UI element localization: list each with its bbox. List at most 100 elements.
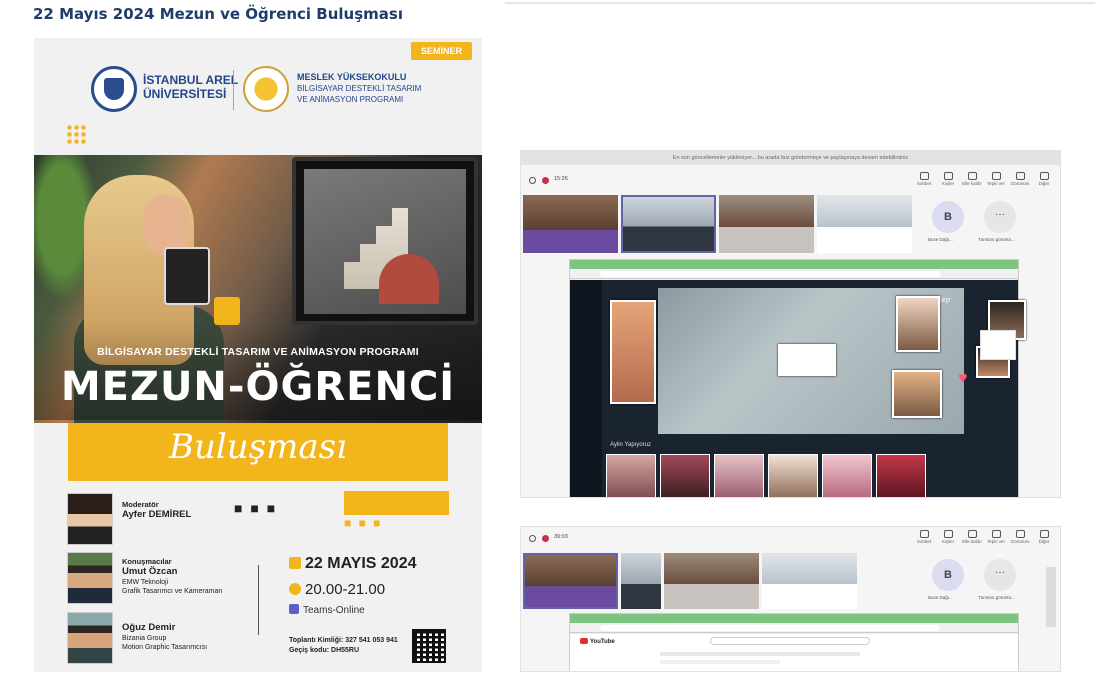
thumbnail[interactable] [822,454,872,497]
video-tile[interactable] [762,553,857,609]
people-label: Kişiler [941,181,955,186]
react-button[interactable]: Tepki ver [986,529,1006,549]
more-icon [1039,172,1049,180]
more-icon [1039,530,1049,538]
heart-icon: ♥ [958,370,968,387]
view-button[interactable]: Görünüm [1010,529,1030,549]
speakers-label: Konuşmacılar [122,557,172,566]
thumbnail[interactable] [714,454,764,497]
qr-code-icon [412,629,446,663]
side-note-card [980,330,1016,360]
video-row [523,195,912,253]
more-button[interactable]: Diğer [1034,529,1054,549]
raise-hand-label: Elle kaldır [962,181,982,186]
meeting-timer: 39:03 [554,534,568,540]
more-button[interactable]: Diğer [1034,171,1054,191]
sticker-note [778,344,836,376]
browser-tabs[interactable] [570,614,1018,623]
video-tile[interactable] [523,553,618,609]
view-label: Görünüm [1010,539,1030,544]
video-tile[interactable] [719,195,814,253]
decor-black-squares: ■ ■ ■ [234,500,278,516]
scrollbar[interactable] [1046,567,1056,627]
more-participants-button[interactable]: ··· [984,201,1016,233]
smile-icon [991,530,1001,538]
event-platform: Teams-Online [289,604,365,616]
people-icon [943,530,953,538]
moderator-name: Ayfer DEMİREL [122,509,192,520]
thumbnail-row [606,454,926,497]
youtube-logo[interactable]: YouTube [580,638,615,645]
shared-content: Elep ♥ Aylin Yapıyoruz [570,280,1026,497]
thumbnail[interactable] [660,454,710,497]
video-tile[interactable] [523,195,618,253]
people-button[interactable]: Kişiler [938,171,958,191]
chat-button[interactable]: Sohbet [914,171,934,191]
page-title: 22 Mayıs 2024 Mezun ve Öğrenci Buluşması [33,5,403,23]
teams-screenshot-2: 39:03 Sohbet Kişiler Elle kaldır Tepki v… [520,526,1061,672]
row-label: Aylin Yapıyoruz [610,442,652,448]
view-label: Görünüm [1010,181,1030,186]
speaker1-title: Grafik Tasarımcı ve Kameraman [122,588,223,595]
speaker1-avatar [67,552,113,604]
youtube-search-input[interactable] [710,637,870,645]
chat-icon [919,172,929,180]
video-tile[interactable] [817,195,912,253]
toolbar-buttons: Sohbet Kişiler Elle kaldır Tepki ver Gör… [914,171,1054,191]
decor-yellow-dots: ■ ■ ■ [344,516,383,530]
people-label: Kişiler [941,539,955,544]
calendar-icon [289,557,301,569]
video-tile[interactable] [664,553,759,609]
participant-avatar[interactable]: B [932,201,964,233]
more-label: Diğer [1038,539,1050,544]
logo-divider [233,70,234,110]
video-tile[interactable] [621,195,716,253]
page: 22 Mayıs 2024 Mezun ve Öğrenci Buluşması… [0,0,1108,675]
browser-address-bar[interactable] [570,623,1018,633]
raise-hand-button[interactable]: Elle kaldır [962,171,982,191]
react-button[interactable]: Tepki ver [986,171,1006,191]
participant-avatar[interactable]: B [932,559,964,591]
react-label: Tepki ver [986,539,1005,544]
myo-line3: VE ANİMASYON PROGRAMI [297,95,404,104]
raise-hand-button[interactable]: Elle kaldır [962,529,982,549]
moderator-role: Moderatör [122,500,159,509]
content-sidebar [570,280,602,497]
decor-dots [66,124,86,144]
teams-icon [289,604,299,614]
people-button[interactable]: Kişiler [938,529,958,549]
thumbnail[interactable] [876,454,926,497]
view-all-label: Tümünü görüntü... [978,595,1015,600]
view-button[interactable]: Görünüm [1010,171,1030,191]
more-participants-button[interactable]: ··· [984,559,1016,591]
browser-tabs[interactable] [570,260,1018,269]
seminar-badge: SEMİNER [410,42,472,60]
youtube-page: YouTube [570,634,1018,671]
speaker2-name: Oğuz Demir [122,622,176,633]
info-divider [258,565,259,635]
toolbar-buttons: Sohbet Kişiler Elle kaldır Tepki ver Gör… [914,529,1054,549]
hand-icon [967,172,977,180]
thumbnail[interactable] [768,454,818,497]
moderator-info: Moderatör Ayfer DEMİREL [122,500,191,521]
thumbnail[interactable] [606,454,656,497]
chat-button[interactable]: Sohbet [914,529,934,549]
smile-icon [991,172,1001,180]
recording-dot-icon [542,177,549,184]
participant-name: Buse Dağı... [928,237,953,242]
more-label: Diğer [1038,181,1050,186]
recording-dot-icon [542,535,549,542]
video-tile[interactable] [621,553,661,609]
participant-name: Buse Dağı... [928,595,953,600]
grid-icon [1015,530,1025,538]
people-icon [943,172,953,180]
myo-text: MESLEK YÜKSEKOKULU BİLGİSAYAR DESTEKLİ T… [297,72,421,105]
moderator-avatar [67,493,113,545]
shared-browser-window: Elep ♥ Aylin Yapıyoruz [569,259,1026,497]
myo-line1: MESLEK YÜKSEKOKULU [297,72,407,82]
react-label: Tepki ver [986,181,1005,186]
browser-address-bar[interactable] [570,269,1018,279]
sticker-portrait [610,300,656,404]
tablet-image [164,247,210,305]
collage-banner: Elep ♥ [658,288,1026,434]
